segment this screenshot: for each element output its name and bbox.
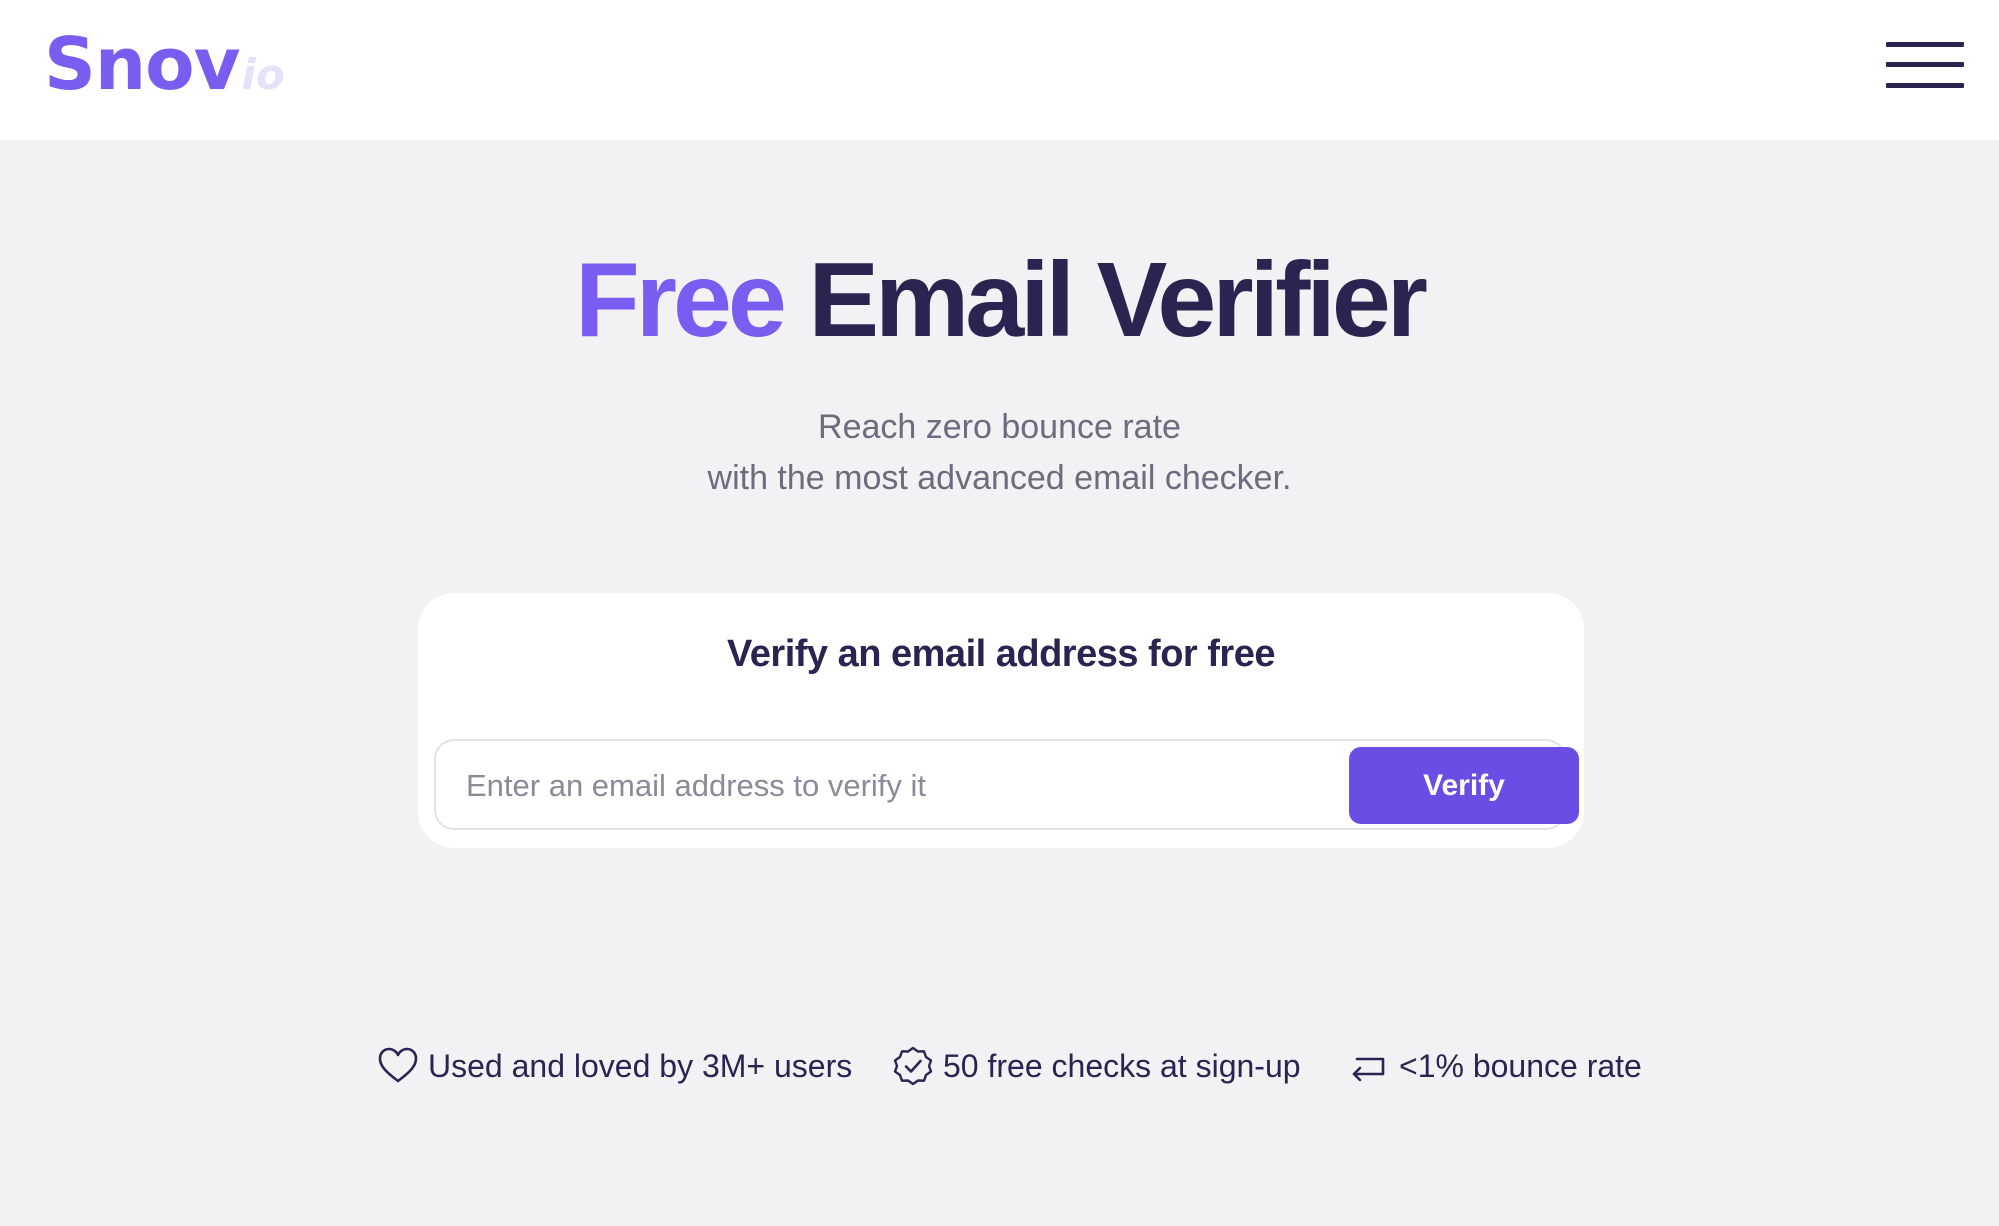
return-arrow-icon [1352, 1057, 1385, 1082]
logo-main-text: Snov [44, 22, 241, 106]
subtitle-line-2: with the most advanced email checker. [707, 459, 1292, 497]
badge-check-icon [893, 1046, 933, 1086]
feature-item: <1% bounce rate [1347, 1040, 1642, 1092]
menu-bar [1886, 83, 1964, 88]
site-header: Snov io [0, 0, 1999, 140]
verify-button[interactable]: Verify [1349, 747, 1579, 824]
feature-label: 50 free checks at sign-up [943, 1047, 1301, 1084]
verifier-card: Verify an email address for free Verify [418, 593, 1584, 848]
feature-list: Used and loved by 3M+ users 50 free chec… [0, 1040, 1999, 1092]
feature-label: <1% bounce rate [1399, 1047, 1642, 1084]
email-input[interactable] [464, 759, 1328, 813]
logo-sub-text: io [241, 50, 285, 99]
hamburger-menu-icon[interactable] [1886, 42, 1964, 88]
logo[interactable]: Snov io [44, 22, 285, 106]
heart-icon [378, 1047, 418, 1083]
title-rest: Email Verifier [808, 241, 1428, 359]
feature-item: Used and loved by 3M+ users [376, 1040, 852, 1092]
card-title: Verify an email address for free [727, 633, 1275, 675]
menu-bar [1886, 62, 1964, 67]
menu-bar [1886, 42, 1964, 47]
subtitle-line-1: Reach zero bounce rate [818, 408, 1181, 446]
feature-label: Used and loved by 3M+ users [428, 1047, 853, 1084]
email-input-group: Verify [434, 739, 1579, 830]
feature-item: 50 free checks at sign-up [891, 1040, 1301, 1092]
page-title: Free Email Verifier [0, 238, 1999, 362]
title-accent: Free [574, 241, 787, 359]
